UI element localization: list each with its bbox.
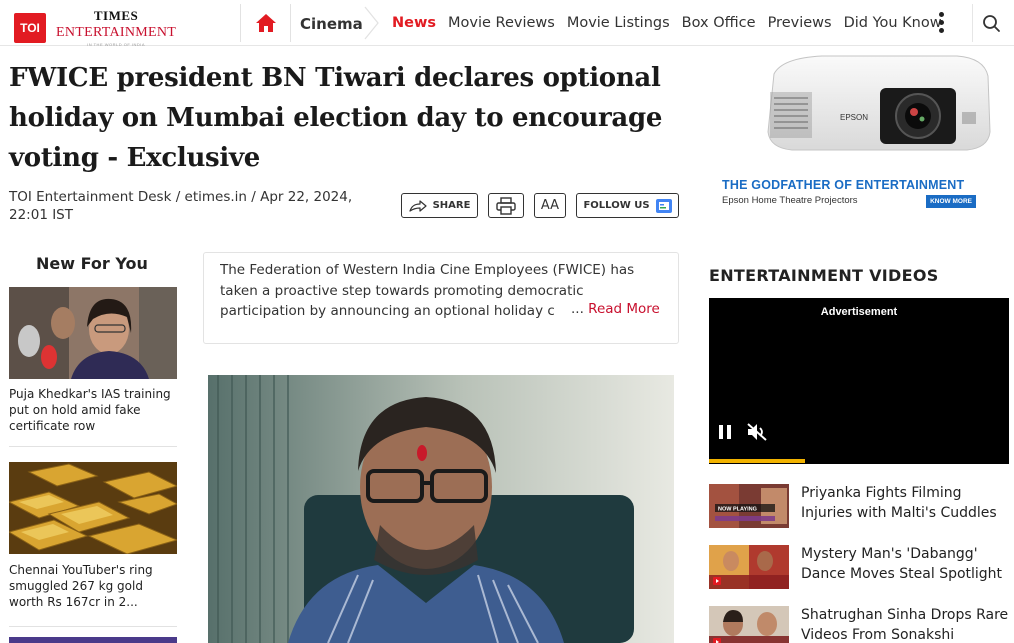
projector-ad-image[interactable]: EPSON xyxy=(762,52,992,162)
share-label: SHARE xyxy=(432,200,471,211)
sidebar-item-image[interactable] xyxy=(9,287,177,379)
sidebar-item-caption[interactable]: Puja Khedkar's IAS training put on hold … xyxy=(9,386,177,434)
nav-link-movie-listings[interactable]: Movie Listings xyxy=(567,15,670,31)
nav-link-box-office[interactable]: Box Office xyxy=(682,15,756,31)
sidebar-item-caption[interactable]: Chennai YouTuber's ring smuggled 267 kg … xyxy=(9,562,177,610)
video-thumbnail[interactable]: NOW PLAYING xyxy=(709,484,789,528)
nav-link-did-you-know[interactable]: Did You Know xyxy=(844,15,942,31)
print-button[interactable] xyxy=(488,193,524,218)
follow-us-label: FOLLOW US xyxy=(583,200,650,211)
now-playing-label: NOW PLAYING xyxy=(718,507,757,513)
video-title[interactable]: Shatrughan Sinha Drops Rare Videos From … xyxy=(801,605,1011,643)
read-more-label: Read More xyxy=(588,301,660,317)
site-logo[interactable]: TOI TIMES ENTERTAINMENT IN THE WORLD OF … xyxy=(14,8,176,47)
sidebar-item-image[interactable] xyxy=(9,462,177,554)
video-title[interactable]: Priyanka Fights Filming Injuries with Ma… xyxy=(801,483,1011,523)
video-thumbnail[interactable] xyxy=(709,606,789,643)
print-icon xyxy=(496,196,516,215)
summary-ellipsis: ... xyxy=(571,301,584,317)
logo-tagline: IN THE WORLD OF INDIA xyxy=(87,42,146,47)
projector-brand-label: EPSON xyxy=(840,113,868,122)
video-title[interactable]: Mystery Man's 'Dabangg' Dance Moves Stea… xyxy=(801,544,1011,584)
nav-link-news[interactable]: News xyxy=(392,15,436,31)
video-progress-bar[interactable] xyxy=(709,459,805,463)
home-icon[interactable] xyxy=(256,14,276,32)
article-byline: TOI Entertainment Desk / etimes.in / Apr… xyxy=(9,189,353,223)
top-navigation: TOI TIMES ENTERTAINMENT IN THE WORLD OF … xyxy=(0,0,1014,47)
breadcrumb-chevron-icon xyxy=(364,6,379,40)
toi-logo: TOI xyxy=(14,12,46,43)
entertainment-videos-heading: ENTERTAINMENT VIDEOS xyxy=(709,266,939,285)
new-for-you-heading: New For You xyxy=(36,254,148,273)
article-summary: The Federation of Western India Cine Emp… xyxy=(203,252,679,344)
pause-icon[interactable] xyxy=(719,425,733,439)
logo-times: TIMES xyxy=(93,8,139,23)
video-player[interactable]: Advertisement xyxy=(709,298,1009,464)
follow-us-button[interactable]: FOLLOW US xyxy=(576,193,679,218)
article-main-image xyxy=(208,375,674,643)
font-size-button[interactable]: AA xyxy=(534,193,566,218)
video-thumbnail[interactable] xyxy=(709,545,789,589)
advertisement-label: Advertisement xyxy=(820,306,898,318)
more-menu-icon[interactable] xyxy=(939,12,945,36)
article-headline: FWICE president BN Tiwari declares optio… xyxy=(9,63,663,173)
ad-banner[interactable]: THE GODFATHER OF ENTERTAINMENT Epson Hom… xyxy=(722,178,980,208)
read-more-link[interactable]: ... Read More xyxy=(569,301,660,317)
search-button[interactable] xyxy=(972,4,1010,42)
mute-icon[interactable] xyxy=(746,422,768,442)
share-button[interactable]: SHARE xyxy=(401,193,478,218)
nav-link-previews[interactable]: Previews xyxy=(768,15,832,31)
ad-title: THE GODFATHER OF ENTERTAINMENT xyxy=(722,178,965,192)
logo-entertainment: ENTERTAINMENT xyxy=(56,25,177,40)
share-icon xyxy=(408,199,427,212)
nav-section-cinema[interactable]: Cinema xyxy=(300,15,363,33)
nav-links: News Movie Reviews Movie Listings Box Of… xyxy=(392,15,954,31)
nav-link-movie-reviews[interactable]: Movie Reviews xyxy=(448,15,555,31)
ad-know-more-button[interactable]: KNOW MORE xyxy=(926,195,976,208)
google-news-icon xyxy=(655,198,672,213)
sidebar-item-image[interactable] xyxy=(9,637,177,643)
search-icon xyxy=(983,15,1000,32)
